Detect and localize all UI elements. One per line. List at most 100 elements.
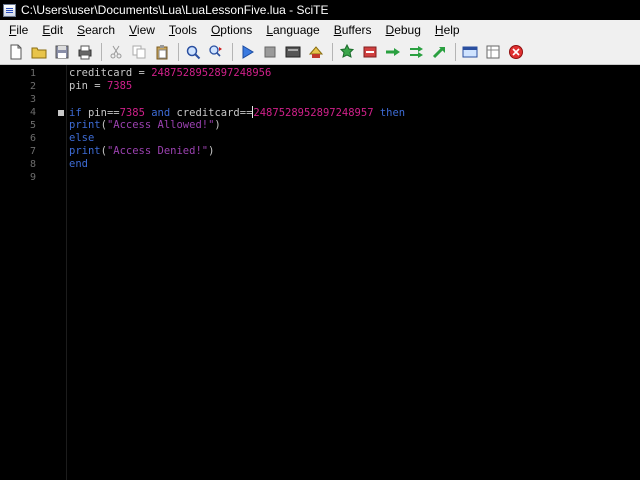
menu-tools[interactable]: Tools <box>162 20 204 40</box>
menu-bar: File Edit Search View Tools Options Language Bu… <box>0 20 640 40</box>
code-token: creditcard <box>69 67 133 79</box>
replace-icon <box>209 45 222 57</box>
copy-button[interactable] <box>131 44 147 60</box>
code-line[interactable]: print("Access Allowed!") <box>69 119 221 132</box>
copy-icon <box>132 45 146 59</box>
menu-label-rest: anguage <box>273 23 320 37</box>
menu-label-rest: ools <box>174 23 197 37</box>
code-token: == <box>239 107 253 119</box>
line-number: 4 <box>29 107 36 118</box>
code-token: and <box>151 107 171 119</box>
toolbar-separator <box>178 43 179 61</box>
menu-language[interactable]: Language <box>259 20 326 40</box>
menu-debug[interactable]: Debug <box>379 20 428 40</box>
panel-icon <box>486 45 500 59</box>
line-number: 9 <box>29 172 36 183</box>
close-red-icon <box>509 45 523 59</box>
print-icon <box>78 45 92 60</box>
code-area[interactable]: creditcard = 2487528952897248956 pin = 73… <box>69 65 640 480</box>
build-button[interactable] <box>308 44 324 60</box>
editor[interactable]: 1 2 3 4 5 6 7 8 9 creditcard = 24875289528972489… <box>0 65 640 480</box>
toolbar-separator <box>232 43 233 61</box>
window-button[interactable] <box>462 44 478 60</box>
code-token: 2487528952897248957 <box>253 107 374 119</box>
find-button[interactable] <box>185 44 201 60</box>
menu-accel-letter: L <box>266 23 273 37</box>
find-icon <box>186 45 201 60</box>
panel-button[interactable] <box>485 44 501 60</box>
cut-icon <box>110 45 122 59</box>
code-line[interactable]: print("Access Denied!") <box>69 145 214 158</box>
next-arrow-icon <box>410 46 423 58</box>
menu-buffers[interactable]: Buffers <box>327 20 379 40</box>
code-token: print <box>69 145 101 157</box>
toolbar-separator <box>101 43 102 61</box>
go-arrow-button[interactable] <box>385 44 401 60</box>
code-token: 7385 <box>119 107 145 119</box>
scite-window: C:\Users\user\Documents\Lua\LuaLessonFiv… <box>0 0 640 480</box>
code-token: end <box>69 158 88 170</box>
bookmark-icon <box>339 44 355 58</box>
menu-accel-letter: O <box>210 23 221 37</box>
code-line[interactable]: if pin==7385 and creditcard==24875289528… <box>69 106 405 119</box>
code-line[interactable]: pin = 7385 <box>69 80 132 93</box>
stop-icon <box>264 46 276 58</box>
compile-button[interactable] <box>285 44 301 60</box>
menu-file[interactable]: File <box>2 20 35 40</box>
jump-icon <box>432 47 445 59</box>
next-arrow-button[interactable] <box>408 44 424 60</box>
menu-accel-letter: V <box>129 23 137 37</box>
code-line[interactable]: creditcard = 2487528952897248956 <box>69 67 271 80</box>
code-line[interactable]: end <box>69 158 88 171</box>
menu-label-rest: earch <box>85 23 116 37</box>
build-icon <box>308 46 324 58</box>
open-folder-button[interactable] <box>31 44 47 60</box>
stop-button[interactable] <box>262 44 278 60</box>
menu-help[interactable]: Help <box>428 20 467 40</box>
line-number: 2 <box>29 81 36 92</box>
menu-accel-letter: S <box>77 23 86 37</box>
code-token: ) <box>208 145 215 157</box>
paste-button[interactable] <box>154 44 170 60</box>
code-token: pin <box>69 80 88 92</box>
menu-label-rest: uffers <box>341 23 372 37</box>
menu-view[interactable]: View <box>122 20 162 40</box>
menu-label-rest: ile <box>16 23 29 37</box>
paste-icon <box>156 45 168 60</box>
replace-button[interactable] <box>208 44 224 60</box>
line-number: 3 <box>29 94 36 105</box>
code-token: if <box>69 107 82 119</box>
menu-accel-letter: D <box>385 23 395 37</box>
toggle-button[interactable] <box>362 44 378 60</box>
menu-label-rest: iew <box>136 23 155 37</box>
cut-button[interactable] <box>108 44 124 60</box>
line-number-gutter: 1 2 3 4 5 6 7 8 9 <box>0 65 67 480</box>
jump-button[interactable] <box>431 44 447 60</box>
line-number: 7 <box>29 146 36 157</box>
fold-marker-icon[interactable] <box>58 110 64 116</box>
save-button[interactable] <box>54 44 70 60</box>
go-arrow-icon <box>386 48 400 56</box>
run-icon <box>242 45 254 59</box>
code-token: = <box>87 80 107 92</box>
menu-search[interactable]: Search <box>70 20 122 40</box>
code-token: ) <box>214 119 221 131</box>
menu-label-rest: ebug <box>394 23 421 37</box>
code-token: = <box>132 67 152 79</box>
run-button[interactable] <box>239 44 255 60</box>
code-token: print <box>69 119 101 131</box>
code-token: then <box>379 107 406 119</box>
code-line[interactable]: else <box>69 132 94 145</box>
bookmark-button[interactable] <box>339 44 355 60</box>
print-button[interactable] <box>77 44 93 60</box>
code-token: 7385 <box>106 80 133 92</box>
menu-accel-letter: B <box>333 23 342 37</box>
menu-edit[interactable]: Edit <box>35 20 70 40</box>
menu-accel-letter: H <box>434 23 444 37</box>
code-token: else <box>69 132 95 144</box>
close-red-button[interactable] <box>508 44 524 60</box>
new-file-button[interactable] <box>8 44 24 60</box>
menu-options[interactable]: Options <box>204 20 259 40</box>
code-token: "Access Allowed!" <box>106 119 215 131</box>
code-token: pin <box>87 107 107 119</box>
